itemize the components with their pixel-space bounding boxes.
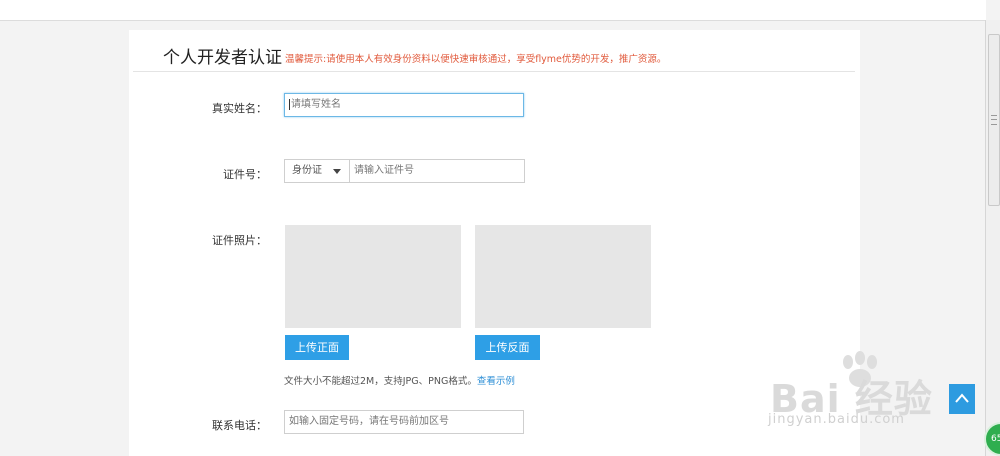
phone-label: 联系电话： [212,419,267,432]
view-example-link[interactable]: 查看示例 [477,376,515,387]
tip-text: 温馨提示:请使用本人有效身份资料以便快速审核通过，享受flyme优势的开发，推广… [285,54,667,65]
file-hint: 文件大小不能超过2M，支持JPG、PNG格式。查看示例 [284,373,515,387]
name-placeholder: 请填写姓名 [291,99,341,110]
upload-front-button[interactable]: 上传正面 [285,335,349,360]
top-nav-bar [0,0,986,21]
id-type-select[interactable]: 身份证 [284,159,350,183]
file-hint-text: 文件大小不能超过2M，支持JPG、PNG格式。 [284,376,477,387]
back-to-top-button[interactable] [949,384,975,414]
grip-icon [991,115,997,125]
name-label: 真实姓名： [212,102,267,115]
id-number-input[interactable]: 请输入证件号 [349,159,525,183]
form-header: 个人开发者认证 温馨提示:请使用本人有效身份资料以便快速审核通过，享受flyme… [133,30,855,72]
chevron-up-icon [955,393,969,403]
text-caret [289,98,290,110]
phone-input[interactable]: 如输入固定号码，请在号码前加区号 [284,410,524,434]
page-scrollbar[interactable] [985,20,1000,456]
chevron-down-icon [333,169,341,174]
photo-label: 证件照片： [212,234,267,247]
scrollbar-thumb[interactable] [988,34,1000,206]
watermark-url: jingyan.baidu.com [768,412,905,427]
id-number-placeholder: 请输入证件号 [354,165,414,176]
phone-placeholder: 如输入固定号码，请在号码前加区号 [289,416,449,427]
certification-form-card: 个人开发者认证 温馨提示:请使用本人有效身份资料以便快速审核通过，享受flyme… [129,30,860,456]
back-photo-preview [475,225,651,328]
name-input[interactable]: 请填写姓名 [284,93,524,117]
upload-back-button[interactable]: 上传反面 [475,335,540,360]
baidu-jingyan-watermark: Bai 经验 jingyan.baidu.com [760,350,960,430]
page-title: 个人开发者认证 [163,48,282,68]
front-photo-preview [285,225,461,328]
id-label: 证件号： [223,168,267,181]
flyme-logo [128,0,268,2]
id-type-value: 身份证 [292,165,322,176]
